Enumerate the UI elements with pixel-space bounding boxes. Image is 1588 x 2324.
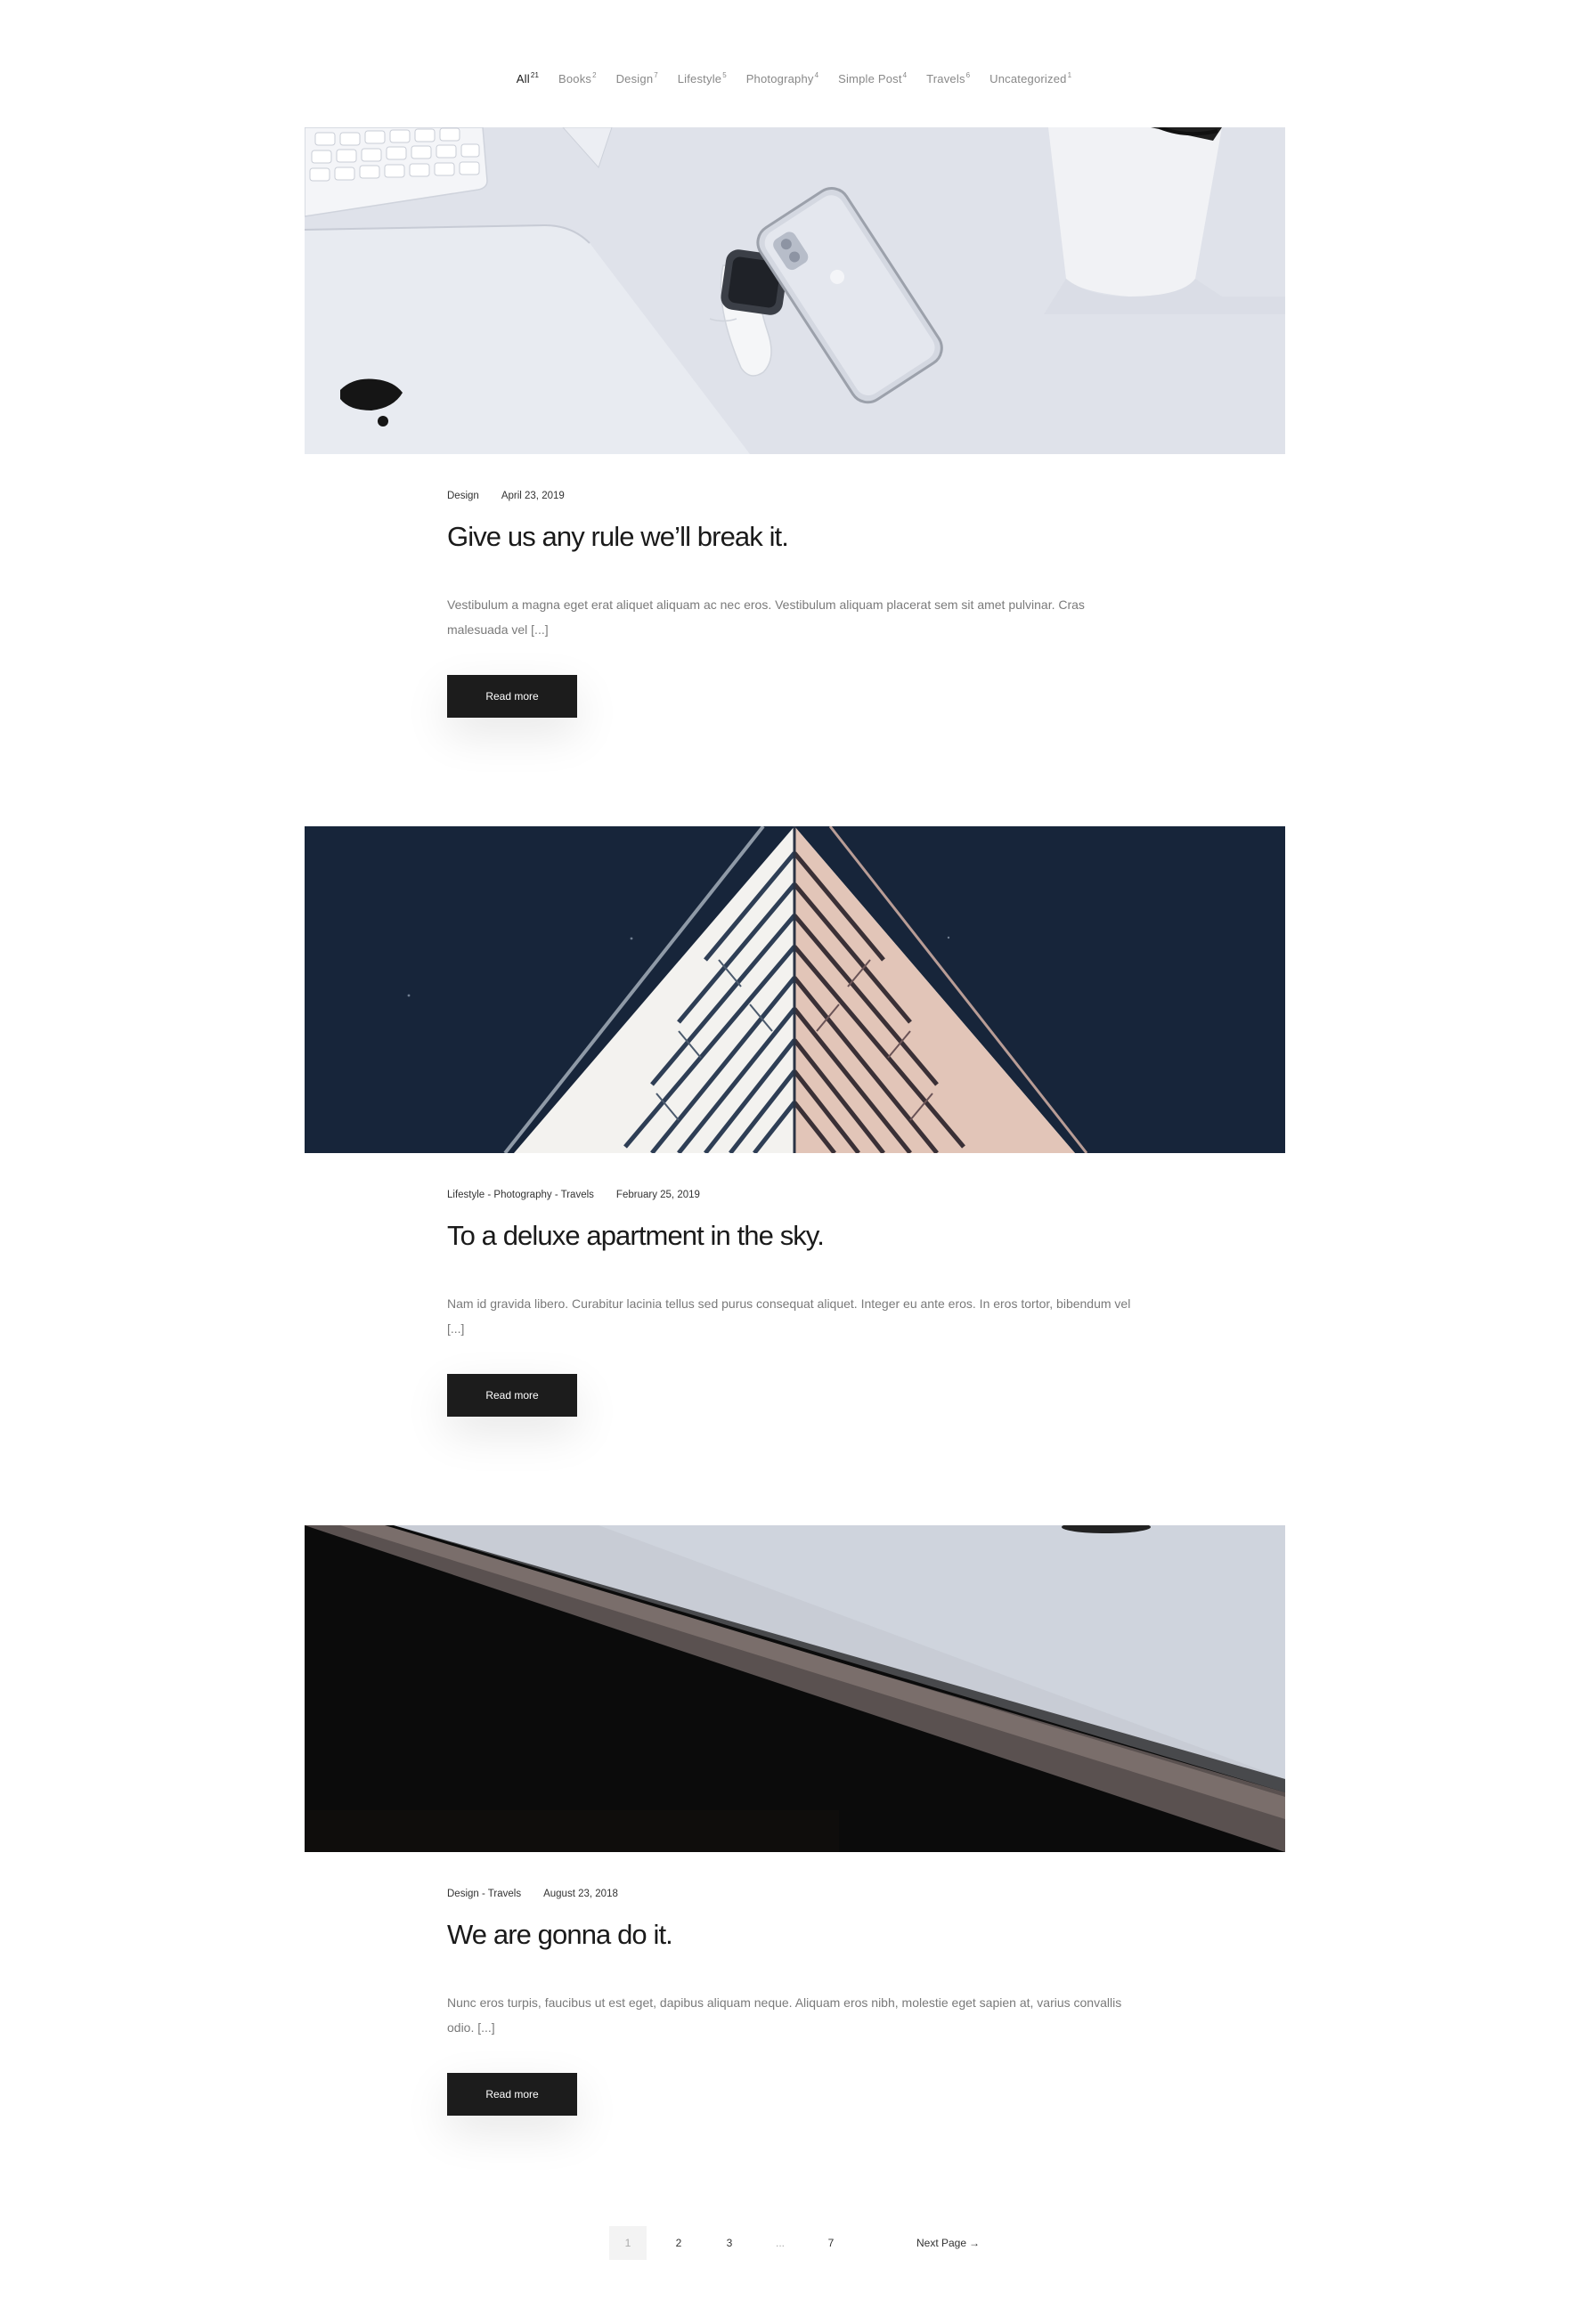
- next-page-link[interactable]: Next Page →: [916, 2237, 980, 2249]
- filter-all[interactable]: All21: [517, 71, 539, 85]
- filter-count: 5: [722, 71, 727, 79]
- post-meta: Design April 23, 2019: [447, 491, 1151, 505]
- filter-count: 6: [965, 71, 971, 79]
- post-title[interactable]: Give us any rule we’ll break it.: [447, 519, 1151, 555]
- post-featured-image-laptop-edge[interactable]: [305, 1525, 1285, 1852]
- filter-count: 2: [592, 71, 597, 79]
- filter-lifestyle[interactable]: Lifestyle5: [678, 71, 727, 85]
- category-filter-bar: All21 Books2 Design7 Lifestyle5 Photogra…: [0, 71, 1588, 85]
- post-date: April 23, 2019: [501, 491, 565, 501]
- post-title[interactable]: We are gonna do it.: [447, 1917, 1151, 1953]
- filter-count: 21: [530, 71, 540, 79]
- filter-uncategorized[interactable]: Uncategorized1: [989, 71, 1071, 85]
- filter-count: 7: [654, 71, 658, 79]
- post-featured-image-desk-devices[interactable]: [305, 127, 1285, 454]
- post-categories[interactable]: Design: [447, 491, 479, 501]
- read-more-button[interactable]: Read more: [447, 2073, 577, 2116]
- filter-simple-post[interactable]: Simple Post4: [838, 71, 907, 85]
- post-categories[interactable]: Design - Travels: [447, 1889, 521, 1899]
- read-more-button[interactable]: Read more: [447, 675, 577, 718]
- filter-count: 4: [814, 71, 819, 79]
- pagination-ellipsis: ...: [775, 2237, 785, 2249]
- page-1-current: 1: [609, 2226, 647, 2260]
- filter-count: 4: [902, 71, 908, 79]
- post-excerpt: Nam id gravida libero. Curabitur lacinia…: [447, 1296, 1131, 1336]
- read-more-button[interactable]: Read more: [447, 1374, 577, 1417]
- post-excerpt: Vestibulum a magna eget erat aliquet ali…: [447, 597, 1085, 637]
- post-title[interactable]: To a deluxe apartment in the sky.: [447, 1218, 1151, 1254]
- filter-design[interactable]: Design7: [616, 71, 658, 85]
- post-body: Lifestyle - Photography - Travels Februar…: [447, 1190, 1151, 1417]
- pagination: 1 2 3 ... 7 Next Page →: [609, 2226, 980, 2260]
- post-meta: Design - Travels August 23, 2018: [447, 1889, 1151, 1903]
- post-body: Design April 23, 2019 Give us any rule we…: [447, 491, 1151, 718]
- arrow-right-icon: →: [969, 2237, 981, 2249]
- post-excerpt: Nunc eros turpis, faucibus ut est eget, …: [447, 1995, 1122, 2035]
- post-meta: Lifestyle - Photography - Travels Februar…: [447, 1190, 1151, 1204]
- filter-photography[interactable]: Photography4: [746, 71, 819, 85]
- page-3-link[interactable]: 3: [711, 2226, 748, 2260]
- post-date: August 23, 2018: [543, 1889, 618, 1899]
- filter-count: 1: [1067, 71, 1072, 79]
- page-2-link[interactable]: 2: [660, 2226, 697, 2260]
- filter-books[interactable]: Books2: [558, 71, 597, 85]
- post-categories[interactable]: Lifestyle - Photography - Travels: [447, 1190, 594, 1200]
- next-page-label: Next Page: [916, 2237, 967, 2249]
- page-7-link[interactable]: 7: [812, 2226, 850, 2260]
- post-date: February 25, 2019: [615, 1190, 700, 1200]
- filter-travels[interactable]: Travels6: [926, 71, 970, 85]
- post-body: Design - Travels August 23, 2018 We are g…: [447, 1889, 1151, 2116]
- post-featured-image-building[interactable]: [305, 826, 1285, 1153]
